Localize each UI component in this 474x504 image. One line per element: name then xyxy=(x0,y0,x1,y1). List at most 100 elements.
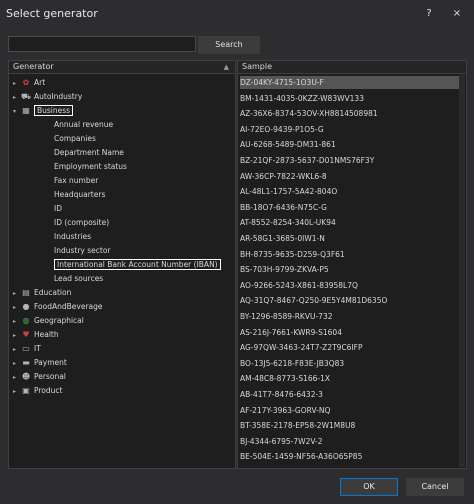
tree-child-item[interactable]: ID (composite) xyxy=(54,216,109,229)
sample-row[interactable]: AF-217Y-3963-GORV-NQ xyxy=(240,404,460,417)
tree-child-label: Industry sector xyxy=(54,246,111,255)
sample-row[interactable]: BH-8735-9635-D259-Q3F61 xyxy=(240,248,460,261)
sample-row[interactable]: BM-1431-4035-0KZZ-W83WV133 xyxy=(240,92,460,105)
tree-child-label: Lead sources xyxy=(54,274,104,283)
tree-node-payment[interactable]: ▸ ▬ Payment xyxy=(13,356,67,369)
tree-node-product[interactable]: ▸ ▣ Product xyxy=(13,384,62,397)
sample-row[interactable]: BT-358E-2178-EP58-2W1M8U8 xyxy=(240,419,460,432)
tree-child-label: Annual revenue xyxy=(54,120,114,129)
search-button[interactable]: Search xyxy=(198,36,260,54)
search-input[interactable] xyxy=(8,36,196,52)
sample-row[interactable]: AB-41T7-8476-6432-3 xyxy=(240,388,460,401)
expand-arrow-icon[interactable]: ▸ xyxy=(13,329,21,342)
tree-child-item[interactable]: Lead sources xyxy=(54,272,103,285)
sample-row[interactable]: AZ-36X6-8374-53OV-XH8814508981 xyxy=(240,107,460,120)
sample-row[interactable]: DZ-04KY-4715-1O3U-F xyxy=(240,76,460,89)
sample-row[interactable]: AO-9266-5243-X861-83958L7Q xyxy=(240,279,460,292)
sample-row[interactable]: AL-48L1-1757-5A42-804O xyxy=(240,185,460,198)
sample-scrollbar[interactable] xyxy=(459,75,465,467)
tree-node-label: Art xyxy=(34,78,46,87)
sample-row[interactable]: BS-703H-9799-ZKVA-P5 xyxy=(240,263,460,276)
tree-node-label: Product xyxy=(34,386,63,395)
tree-node-health[interactable]: ▸ ♥ Health xyxy=(13,328,59,341)
tree-child-label: ID (composite) xyxy=(54,218,110,227)
close-button[interactable]: × xyxy=(446,5,468,23)
tree-child-item[interactable]: Employment status xyxy=(54,160,127,173)
person-icon: ☻ xyxy=(21,372,31,381)
tree-child-label: Companies xyxy=(54,134,96,143)
sample-row[interactable]: AT-8552-8254-340L-UK94 xyxy=(240,216,460,229)
sample-row[interactable]: BB-18O7-6436-N75C-G xyxy=(240,201,460,214)
help-button[interactable]: ? xyxy=(418,5,440,23)
building-icon: ▦ xyxy=(22,106,30,115)
generator-column-header[interactable]: Generator ▲ xyxy=(9,61,235,74)
tree-child-item[interactable]: Department Name xyxy=(54,146,124,159)
tree-child-label: ID xyxy=(54,204,62,213)
tree-node-label: Health xyxy=(34,330,59,339)
title-bar: Select generator ? × xyxy=(0,0,474,28)
tree-node-label: AutoIndustry xyxy=(34,92,83,101)
globe-icon: ◍ xyxy=(22,316,30,325)
expand-arrow-icon[interactable]: ▸ xyxy=(13,385,21,398)
expand-arrow-icon[interactable]: ▸ xyxy=(13,287,21,300)
sample-row[interactable]: AS-216J-7661-KWR9-S1604 xyxy=(240,326,460,339)
tree-child-item[interactable]: International Bank Account Number (IBAN) xyxy=(54,258,221,271)
palette-icon: ✿ xyxy=(22,78,30,87)
tree-child-label: Industries xyxy=(54,232,92,241)
tree-node-art[interactable]: ▸ ✿ Art xyxy=(13,76,45,89)
tree-child-label: Employment status xyxy=(54,162,127,171)
window-title: Select generator xyxy=(6,7,98,20)
tree-child-item[interactable]: Industries xyxy=(54,230,91,243)
expand-arrow-icon[interactable]: ▸ xyxy=(13,343,21,356)
tree-node-label: Business xyxy=(34,105,74,116)
tree-node-geographical[interactable]: ▸ ◍ Geographical xyxy=(13,314,84,327)
sample-row[interactable]: AQ-31Q7-8467-Q250-9E5Y4M81D635O xyxy=(240,294,460,307)
expand-arrow-icon[interactable]: ▸ xyxy=(13,77,21,90)
tree-node-label: Personal xyxy=(34,372,66,381)
sample-row[interactable]: BZ-21QF-2873-5637-D01NMS76F3Y xyxy=(240,154,460,167)
tree-child-label: International Bank Account Number (IBAN) xyxy=(54,259,221,270)
tree-child-item[interactable]: Headquarters xyxy=(54,188,105,201)
expand-arrow-icon[interactable]: ▸ xyxy=(13,371,21,384)
sample-list: Sample DZ-04KY-4715-1O3U-F BM-1431-4035-0… xyxy=(237,60,467,469)
sample-row[interactable]: AG-97QW-3463-24T7-Z2T9C6IFP xyxy=(240,341,460,354)
generator-tree: Generator ▲ ▸ ✿ Art ▸ ⛟ AutoIndustry ▾ ▦ Busines… xyxy=(8,60,236,469)
tree-child-item[interactable]: Companies xyxy=(54,132,96,145)
expand-arrow-icon[interactable]: ▸ xyxy=(13,315,21,328)
sort-arrow-icon: ▲ xyxy=(223,63,229,71)
tree-child-item[interactable]: Fax number xyxy=(54,174,98,187)
expand-arrow-icon[interactable]: ▸ xyxy=(13,301,21,314)
collapse-arrow-icon[interactable]: ▾ xyxy=(13,105,21,118)
tree-child-item[interactable]: ID xyxy=(54,202,62,215)
sample-row[interactable]: AU-6268-5489-DM31-861 xyxy=(240,138,460,151)
tree-node-it[interactable]: ▸ ▭ IT xyxy=(13,342,41,355)
tree-node-label: Payment xyxy=(34,358,67,367)
tree-node-label: IT xyxy=(34,344,41,353)
sample-row[interactable]: BY-1296-8589-RKVU-732 xyxy=(240,310,460,323)
ok-button[interactable]: OK xyxy=(340,478,398,496)
box-icon: ▣ xyxy=(22,386,30,395)
expand-arrow-icon[interactable]: ▸ xyxy=(13,357,21,370)
sample-row[interactable]: AW-36CP-7822-WKL6-8 xyxy=(240,170,460,183)
tree-child-item[interactable]: Industry sector xyxy=(54,244,111,257)
sample-row[interactable]: BE-504E-1459-NF56-A36O65P85 xyxy=(240,450,460,463)
sample-row[interactable]: BO-13J5-6218-F83E-JB3Q83 xyxy=(240,357,460,370)
sample-row[interactable]: AI-72EO-9439-P1O5-G xyxy=(240,123,460,136)
computer-icon: ▭ xyxy=(22,344,30,353)
tree-node-autoindustry[interactable]: ▸ ⛟ AutoIndustry xyxy=(13,90,82,103)
tree-child-label: Fax number xyxy=(54,176,99,185)
sample-column-header[interactable]: Sample xyxy=(238,61,466,74)
sample-row[interactable]: AR-58G1-3685-0IW1-N xyxy=(240,232,460,245)
sample-row[interactable]: AM-48C8-8773-S166-1X xyxy=(240,372,460,385)
tree-node-foodandbeverage[interactable]: ▸ ● FoodAndBeverage xyxy=(13,300,103,313)
tree-child-label: Headquarters xyxy=(54,190,106,199)
tree-node-personal[interactable]: ▸ ☻ Personal xyxy=(13,370,66,383)
expand-arrow-icon[interactable]: ▸ xyxy=(13,91,21,104)
tree-node-label: Education xyxy=(34,288,72,297)
sample-row[interactable]: BJ-4344-6795-7W2V-2 xyxy=(240,435,460,448)
tree-node-education[interactable]: ▸ ▤ Education xyxy=(13,286,71,299)
tree-node-label: FoodAndBeverage xyxy=(34,302,103,311)
tree-node-business[interactable]: ▾ ▦ Business xyxy=(13,104,74,118)
tree-child-item[interactable]: Annual revenue xyxy=(54,118,113,131)
cancel-button[interactable]: Cancel xyxy=(406,478,464,496)
